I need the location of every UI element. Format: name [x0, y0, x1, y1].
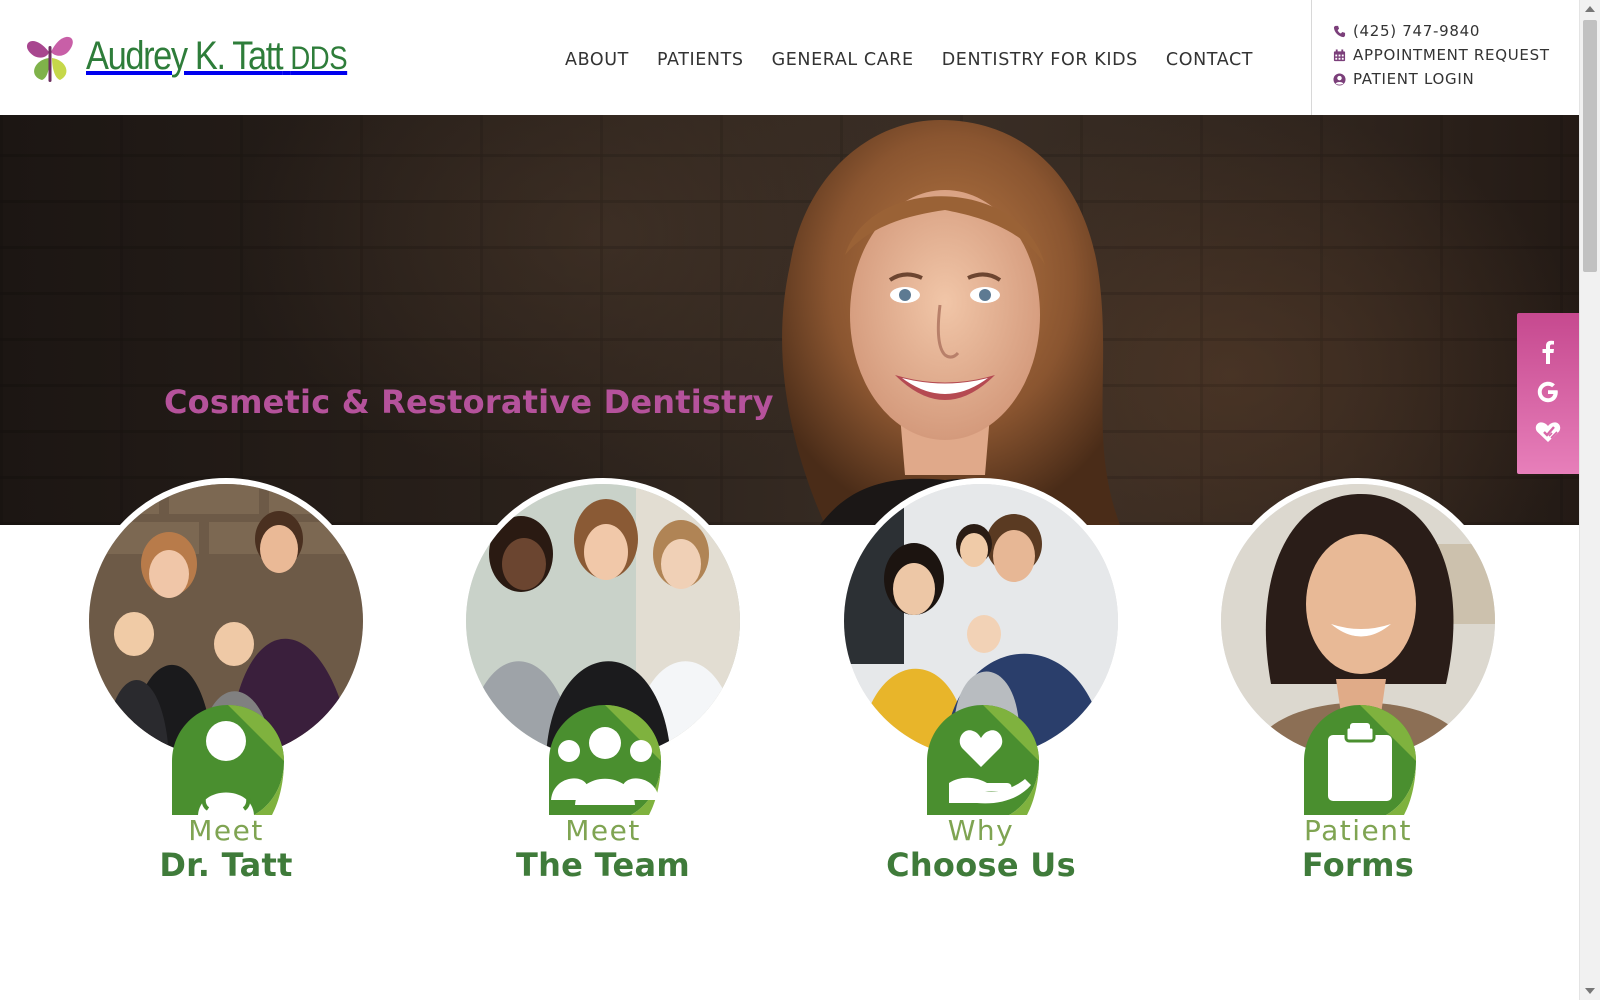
user-circle-icon: [1332, 72, 1346, 86]
social-links-tab: [1517, 313, 1579, 474]
phone-link[interactable]: (425) 747-9840: [1332, 19, 1579, 43]
hero-portrait-image: [782, 120, 1120, 525]
scroll-down-arrow-icon[interactable]: [1585, 988, 1595, 994]
healthgrades-icon[interactable]: [1535, 419, 1561, 445]
nav-item-about[interactable]: ABOUT: [565, 50, 629, 70]
doctor-icon: [172, 705, 284, 815]
card-line2: Choose Us: [886, 846, 1076, 884]
hero-banner: Cosmetic & Restorative Dentistry: [0, 115, 1579, 525]
nav-item-contact[interactable]: CONTACT: [1166, 50, 1253, 70]
nav-item-dentistry-for-kids[interactable]: DENTISTRY FOR KIDS: [942, 50, 1138, 70]
logo-name: Audrey K. Tatt: [86, 33, 284, 78]
team-icon: [549, 705, 661, 815]
facebook-icon[interactable]: [1535, 339, 1561, 365]
card-line1: Meet: [565, 814, 641, 847]
card-meet-dr-tatt[interactable]: Meet Dr. Tatt: [83, 478, 369, 888]
logo-suffix: DDS: [290, 39, 348, 76]
phone-icon: [1332, 24, 1346, 38]
patient-login-label: PATIENT LOGIN: [1353, 70, 1475, 88]
nav-item-patients[interactable]: PATIENTS: [657, 50, 744, 70]
card-patient-forms[interactable]: Patient Forms: [1215, 478, 1501, 888]
card-meet-the-team[interactable]: Meet The Team: [460, 478, 746, 888]
main-nav: ABOUT PATIENTS GENERAL CARE DENTISTRY FO…: [565, 50, 1253, 70]
card-line1: Patient: [1304, 814, 1412, 847]
scrollbar-thumb[interactable]: [1583, 20, 1597, 272]
clipboard-icon: [1304, 705, 1416, 815]
heart-hand-icon: [927, 705, 1039, 815]
butterfly-logo-icon: [22, 26, 78, 86]
site-header: Audrey K. Tatt DDS ABOUT PATIENTS GENERA…: [0, 0, 1579, 115]
patient-login-link[interactable]: PATIENT LOGIN: [1332, 67, 1579, 91]
nav-item-general-care[interactable]: GENERAL CARE: [772, 50, 914, 70]
logo-wordmark: Audrey K. Tatt DDS: [86, 33, 348, 79]
appointment-request-label: APPOINTMENT REQUEST: [1353, 46, 1550, 64]
card-line2: Forms: [1301, 846, 1415, 884]
header-contact: (425) 747-9840 APPOINTMENT REQUEST PATIE…: [1311, 0, 1579, 115]
hero-title: Cosmetic & Restorative Dentistry: [164, 383, 774, 421]
page-scrollbar[interactable]: [1579, 0, 1600, 1000]
scroll-up-arrow-icon[interactable]: [1585, 6, 1595, 12]
card-line1: Meet: [188, 814, 264, 847]
site-logo[interactable]: Audrey K. Tatt DDS: [22, 24, 362, 88]
calendar-icon: [1332, 48, 1346, 62]
google-icon[interactable]: [1535, 379, 1561, 405]
card-line2: The Team: [515, 846, 691, 884]
card-line1: Why: [947, 814, 1015, 847]
card-line2: Dr. Tatt: [159, 846, 293, 884]
phone-number: (425) 747-9840: [1353, 22, 1481, 40]
card-why-choose-us[interactable]: Why Choose Us: [838, 478, 1124, 888]
appointment-request-link[interactable]: APPOINTMENT REQUEST: [1332, 43, 1579, 67]
